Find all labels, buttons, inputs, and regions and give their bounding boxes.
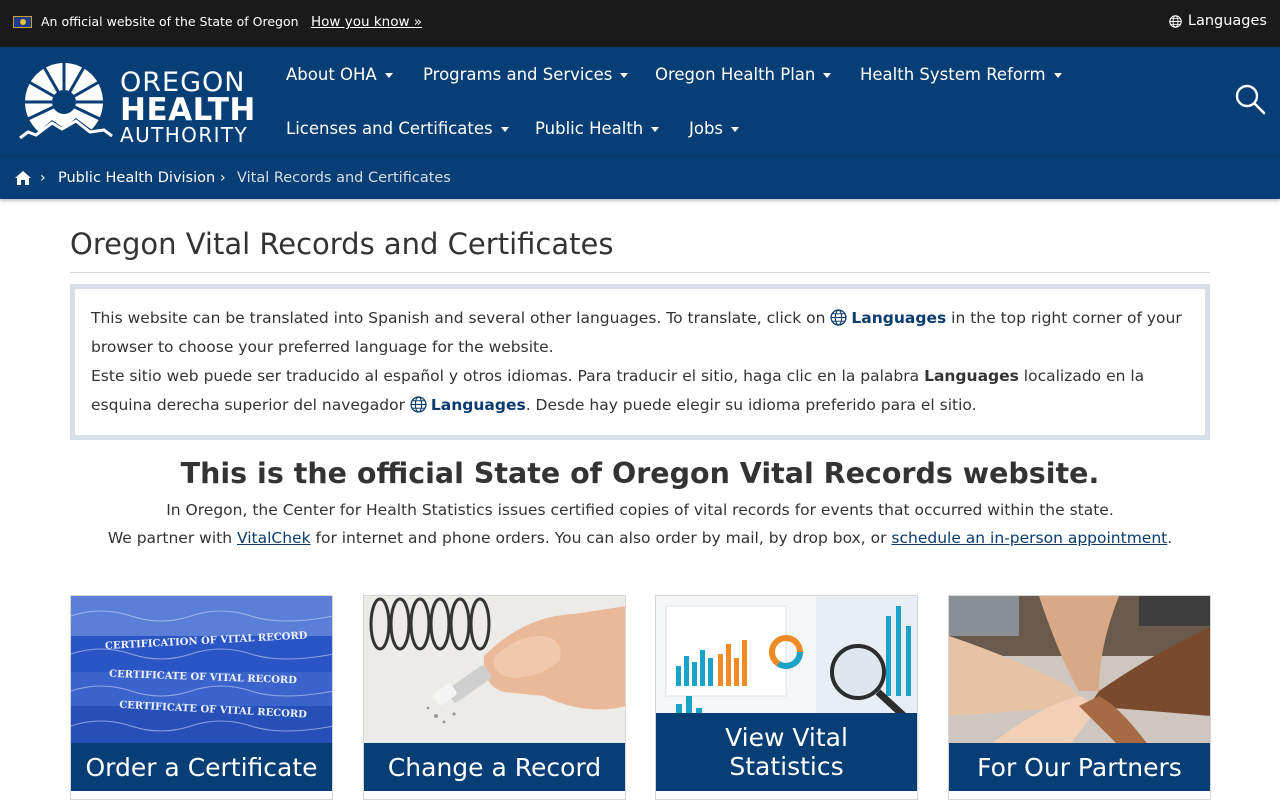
nav-health-system-reform[interactable]: Health System Reform	[860, 65, 1062, 84]
nav-label: About OHA	[286, 65, 377, 84]
nav-about-oha[interactable]: About OHA	[286, 65, 393, 84]
nav-label: Programs and Services	[423, 65, 613, 84]
nav-label: Oregon Health Plan	[655, 65, 816, 84]
notice-es-languages-label: Languages	[430, 396, 526, 414]
globe-icon	[1169, 14, 1182, 28]
nav-label: Health System Reform	[860, 65, 1046, 84]
nav-jobs[interactable]: Jobs	[689, 119, 740, 138]
breadcrumb-home[interactable]	[15, 171, 31, 189]
logo-line-health: HEALTH	[120, 92, 256, 128]
caret-down-icon	[1053, 73, 1062, 78]
card-label-line-1: View Vital	[725, 723, 848, 752]
card-label: For Our Partners	[949, 743, 1210, 791]
card-label: Order a Certificate	[71, 743, 332, 791]
card-label: View Vital Statistics	[656, 713, 917, 791]
notice-es-text-1: Este sitio web puede ser traducido al es…	[91, 367, 925, 385]
sun-mountain-logo-icon	[14, 62, 114, 142]
breadcrumb: › Public Health Division › Vital Records…	[0, 155, 1280, 199]
card-view-vital-statistics[interactable]: View Vital Statistics	[655, 595, 918, 800]
breadcrumb-current-page: Vital Records and Certificates	[237, 170, 451, 186]
nav-licenses-certificates[interactable]: Licenses and Certificates	[286, 119, 509, 138]
intro-line-1: In Oregon, the Center for Health Statist…	[166, 501, 1114, 519]
languages-label: Languages	[1187, 13, 1267, 29]
notice-en-text-1: This website can be translated into Span…	[91, 309, 831, 327]
globe-icon	[410, 396, 427, 413]
caret-down-icon	[500, 127, 509, 132]
notice-languages-link[interactable]: Languages	[830, 309, 946, 327]
languages-button[interactable]: Languages	[1169, 13, 1267, 29]
notice-languages-label: Languages	[851, 309, 947, 327]
nav-programs-services[interactable]: Programs and Services	[423, 65, 629, 84]
nav-oregon-health-plan[interactable]: Oregon Health Plan	[655, 65, 832, 84]
title-divider	[70, 272, 1210, 273]
how-you-know-link[interactable]: How you know »	[311, 14, 422, 30]
chevron-right-icon: ›	[220, 170, 226, 186]
search-button[interactable]	[1234, 83, 1266, 115]
oha-logo[interactable]: OREGON HEALTH AUTHORITY	[14, 62, 256, 145]
intro-text: for internet and phone orders. You can a…	[310, 529, 892, 547]
intro-text: We partner with	[107, 529, 237, 547]
intro-line-2: We partner with VitalChek for internet a…	[0, 529, 1280, 547]
notice-es-languages-link[interactable]: Languages	[410, 396, 526, 414]
search-icon	[1235, 84, 1266, 115]
caret-down-icon	[384, 73, 393, 78]
official-heading: This is the official State of Oregon Vit…	[180, 457, 1100, 490]
card-order-certificate[interactable]: CERTIFICATION OF VITAL RECORD CERTIFICAT…	[70, 595, 333, 800]
nav-public-health[interactable]: Public Health	[535, 119, 660, 138]
card-change-record[interactable]: Change a Record	[363, 595, 626, 800]
stacked-hands-image	[949, 596, 1210, 746]
card-label-line-2: Statistics	[729, 752, 844, 781]
eraser-hand-image	[364, 596, 625, 746]
oregon-flag-icon	[13, 16, 32, 28]
nav-label: Jobs	[689, 119, 724, 138]
home-icon	[15, 171, 31, 185]
caret-down-icon	[620, 73, 629, 78]
intro-text: .	[1167, 529, 1173, 547]
translation-notice: This website can be translated into Span…	[70, 284, 1210, 440]
official-website-text: An official website of the State of Oreg…	[41, 14, 299, 29]
schedule-appointment-link[interactable]: schedule an in-person appointment	[891, 529, 1167, 547]
logo-line-authority: AUTHORITY	[120, 123, 249, 147]
breadcrumb-public-health-division[interactable]: Public Health Division	[58, 170, 215, 186]
caret-down-icon	[651, 127, 660, 132]
page-title: Oregon Vital Records and Certificates	[70, 227, 614, 261]
notice-es-text-3: . Desde hay puede elegir su idioma prefe…	[525, 396, 977, 414]
nav-label: Public Health	[535, 119, 644, 138]
logo-wordmark: OREGON HEALTH AUTHORITY	[120, 69, 256, 145]
chevron-right-icon: ›	[40, 170, 46, 186]
official-banner: An official website of the State of Oreg…	[0, 0, 1280, 47]
globe-icon	[830, 309, 847, 326]
card-label: Change a Record	[364, 743, 625, 791]
caret-down-icon	[823, 73, 832, 78]
notice-es-bold-languages: Languages	[924, 367, 1019, 385]
card-for-our-partners[interactable]: For Our Partners	[948, 595, 1211, 800]
site-header: OREGON HEALTH AUTHORITY About OHA Progra…	[0, 47, 1280, 155]
certificates-image: CERTIFICATION OF VITAL RECORD CERTIFICAT…	[71, 596, 332, 746]
nav-label: Licenses and Certificates	[286, 119, 493, 138]
vitalchek-link[interactable]: VitalChek	[237, 529, 311, 547]
caret-down-icon	[731, 127, 740, 132]
